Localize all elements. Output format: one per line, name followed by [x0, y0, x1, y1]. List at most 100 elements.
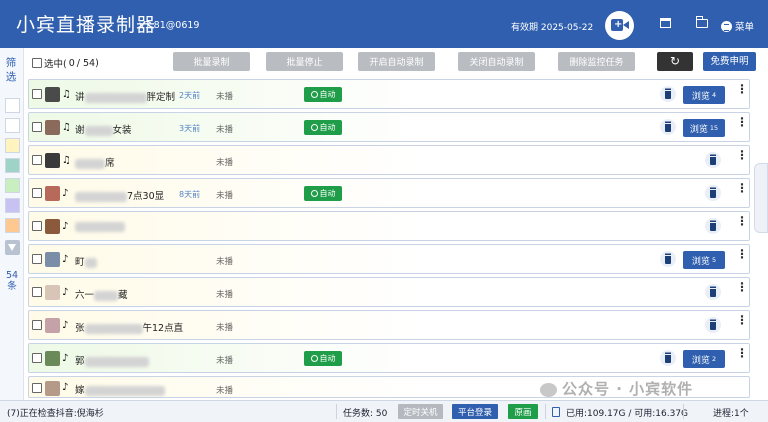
row-checkbox[interactable]: [32, 320, 42, 330]
trash-icon[interactable]: [705, 218, 721, 234]
original-quality-button[interactable]: 原画: [508, 404, 538, 419]
live-status: 未播: [216, 191, 234, 201]
side-scroll-handle[interactable]: [754, 163, 768, 233]
streamer-name[interactable]: 嫁: [75, 382, 165, 396]
refresh-icon: ↻: [669, 54, 681, 68]
trash-icon[interactable]: [705, 185, 721, 201]
platform-icon: ♪: [62, 287, 69, 298]
avatar: [45, 87, 60, 102]
task-row[interactable]: ♪ 町 未播 浏览 5 ⋮: [28, 244, 750, 274]
refresh-button[interactable]: ↻: [657, 52, 693, 71]
row-checkbox[interactable]: [32, 221, 42, 231]
menu-label: 菜单: [735, 22, 755, 33]
select-all-checkbox[interactable]: [32, 58, 42, 68]
funnel-icon[interactable]: [5, 240, 20, 255]
streamer-name[interactable]: 张午12点直: [75, 320, 183, 334]
batch-record-button[interactable]: 批量录制: [173, 52, 250, 71]
row-checkbox[interactable]: [32, 254, 42, 264]
streamer-name[interactable]: 六一藏: [75, 287, 128, 301]
task-row[interactable]: ♪ 郭 未播 自动 浏览 2 ⋮: [28, 343, 750, 373]
task-row[interactable]: ♪ ⋮: [28, 211, 750, 241]
timed-shutdown-button[interactable]: 定时关机: [398, 404, 443, 419]
more-options-icon[interactable]: ⋮: [736, 182, 748, 194]
total-label: / 54): [76, 57, 99, 69]
more-options-icon[interactable]: ⋮: [736, 281, 748, 293]
auto-record-badge[interactable]: 自动: [304, 351, 342, 366]
filter-sidebar: 筛选 54条: [0, 48, 24, 400]
row-checkbox[interactable]: [32, 287, 42, 297]
more-options-icon[interactable]: ⋮: [736, 314, 748, 326]
task-row[interactable]: ♫ 讲胖定制 2天前 未播 自动 浏览 4 ⋮: [28, 79, 750, 109]
row-checkbox[interactable]: [32, 188, 42, 198]
trash-icon[interactable]: [660, 86, 676, 102]
color-filter-swatch[interactable]: [5, 118, 20, 133]
row-checkbox[interactable]: [32, 155, 42, 165]
row-checkbox[interactable]: [32, 383, 42, 393]
disable-auto-record-button[interactable]: 关闭自动录制: [458, 52, 535, 71]
color-filter-swatch[interactable]: [5, 158, 20, 173]
enable-auto-record-button[interactable]: 开启自动录制: [358, 52, 435, 71]
filter-label[interactable]: 筛选: [5, 56, 17, 84]
color-filter-swatch[interactable]: [5, 218, 20, 233]
more-options-icon[interactable]: ⋮: [736, 248, 748, 260]
task-row[interactable]: ♪ 张午12点直 未播 ⋮: [28, 310, 750, 340]
trash-icon[interactable]: [660, 119, 676, 135]
color-filter-swatch[interactable]: [5, 98, 20, 113]
task-row[interactable]: ♪ 六一藏 未播 ⋮: [28, 277, 750, 307]
task-row[interactable]: ♫ 席 未播 ⋮: [28, 145, 750, 175]
avatar: [45, 252, 60, 267]
delete-tasks-button[interactable]: 删除监控任务: [558, 52, 635, 71]
more-options-icon[interactable]: ⋮: [736, 149, 748, 161]
task-row[interactable]: ♫ 谢女装 3天前 未播 自动 浏览 15 ⋮: [28, 112, 750, 142]
browse-button[interactable]: 浏览 2: [683, 350, 725, 368]
task-count-label: 任务数: 50: [343, 409, 388, 419]
free-statement-button[interactable]: 免费申明: [703, 52, 756, 71]
task-row[interactable]: ♪ 7点30显 8天前 未播 自动 ⋮: [28, 178, 750, 208]
last-live-time: 3天前: [179, 124, 201, 133]
browse-button[interactable]: 浏览 5: [683, 251, 725, 269]
record-camera-icon[interactable]: +: [605, 11, 634, 40]
folder-icon[interactable]: [696, 16, 708, 28]
watermark: 公众号 · 小宾软件: [540, 378, 693, 399]
select-all[interactable]: 选中( 0 / 54): [32, 56, 99, 70]
platform-login-button[interactable]: 平台登录: [452, 404, 498, 419]
row-checkbox[interactable]: [32, 89, 42, 99]
color-filter-swatch[interactable]: [5, 178, 20, 193]
app-version: v1.81@0619: [139, 20, 200, 31]
streamer-name[interactable]: 席: [75, 155, 115, 169]
color-filter-swatch[interactable]: [5, 198, 20, 213]
streamer-name[interactable]: 谢女装: [75, 122, 132, 136]
more-options-icon[interactable]: ⋮: [736, 116, 748, 128]
batch-stop-button[interactable]: 批量停止: [266, 52, 343, 71]
trash-icon[interactable]: [660, 251, 676, 267]
trash-icon[interactable]: [705, 317, 721, 333]
streamer-name[interactable]: [75, 221, 125, 232]
auto-record-badge[interactable]: 自动: [304, 186, 342, 201]
color-filter-swatch[interactable]: [5, 138, 20, 153]
trash-icon[interactable]: [660, 350, 676, 366]
live-status: 未播: [216, 92, 234, 102]
browse-button[interactable]: 浏览 4: [683, 86, 725, 104]
row-checkbox[interactable]: [32, 353, 42, 363]
expiry-date: 有效期 2025-05-22: [511, 23, 594, 33]
live-status: 未播: [216, 158, 234, 168]
platform-icon: ♪: [62, 254, 69, 265]
trash-icon[interactable]: [705, 152, 721, 168]
window-minimize-icon[interactable]: [660, 18, 671, 28]
process-count: 进程:1个: [713, 409, 749, 419]
streamer-name[interactable]: 7点30显: [75, 188, 164, 202]
browse-button[interactable]: 浏览 15: [683, 119, 725, 137]
more-options-icon[interactable]: ⋮: [736, 83, 748, 95]
select-label: 选中(: [44, 59, 67, 70]
menu-button[interactable]: 菜单: [721, 19, 754, 33]
platform-icon: ♪: [62, 221, 69, 232]
more-options-icon[interactable]: ⋮: [736, 347, 748, 359]
more-options-icon[interactable]: ⋮: [736, 215, 748, 227]
streamer-name[interactable]: 町: [75, 254, 97, 268]
streamer-name[interactable]: 讲胖定制: [75, 89, 175, 103]
auto-record-badge[interactable]: 自动: [304, 87, 342, 102]
row-checkbox[interactable]: [32, 122, 42, 132]
auto-record-badge[interactable]: 自动: [304, 120, 342, 135]
trash-icon[interactable]: [705, 284, 721, 300]
streamer-name[interactable]: 郭: [75, 353, 149, 367]
